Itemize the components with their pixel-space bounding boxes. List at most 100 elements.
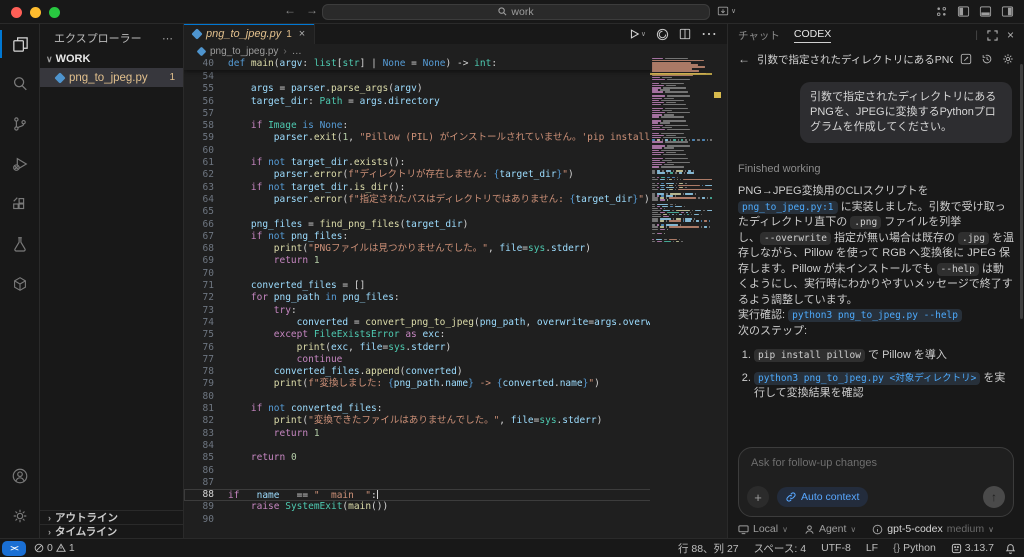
code-line[interactable]: 84 bbox=[184, 440, 712, 452]
settings-gear-icon[interactable] bbox=[0, 496, 40, 536]
code-line[interactable]: 88if __name__ == "__main__": bbox=[184, 489, 712, 501]
toggle-secondary-sidebar-icon[interactable] bbox=[1001, 5, 1014, 18]
code-line[interactable]: 67 if not png_files: bbox=[184, 231, 712, 243]
breadcrumb-file[interactable]: png_to_jpeg.py bbox=[210, 46, 278, 57]
close-tab-icon[interactable]: × bbox=[299, 28, 305, 40]
workspace-section-header[interactable]: ∨ WORK bbox=[40, 50, 183, 68]
code-line[interactable]: 62 parser.error(f"ディレクトリが存在しません: {target… bbox=[184, 169, 712, 181]
inline-code-link[interactable]: png_to_jpeg.py:1 bbox=[738, 201, 838, 214]
history-back-icon[interactable]: ← bbox=[284, 3, 296, 17]
code-line[interactable]: 77 continue bbox=[184, 354, 712, 366]
editor-more-actions-icon[interactable]: ⋯ bbox=[701, 24, 717, 44]
cursor-position-status[interactable]: 行 88、列 27 bbox=[674, 539, 743, 557]
code-line[interactable]: 54 bbox=[184, 71, 712, 83]
code-line[interactable]: 69 return 1 bbox=[184, 255, 712, 267]
toggle-primary-sidebar-icon[interactable] bbox=[957, 5, 970, 18]
code-line[interactable]: 55 args = parser.parse_args(argv) bbox=[184, 83, 712, 95]
tab-chat[interactable]: チャット bbox=[738, 28, 780, 43]
eol-status[interactable]: LF bbox=[862, 539, 882, 557]
codex-extension-icon[interactable] bbox=[0, 264, 40, 304]
auto-context-pill[interactable]: Auto context bbox=[777, 487, 868, 507]
remote-indicator[interactable]: >< bbox=[2, 541, 26, 556]
code-line[interactable]: 82 print("変換できたファイルはありませんでした。", file=sys… bbox=[184, 415, 712, 427]
problems-status[interactable]: 0 1 bbox=[30, 539, 79, 557]
attach-button[interactable]: + bbox=[747, 486, 769, 508]
code-line[interactable]: 89 raise SystemExit(main()) bbox=[184, 501, 712, 513]
breadcrumb-symbol[interactable]: … bbox=[292, 46, 302, 57]
back-icon[interactable]: ← bbox=[738, 52, 750, 66]
code-line[interactable]: 63 if not target_dir.is_dir(): bbox=[184, 182, 712, 194]
close-panel-icon[interactable]: × bbox=[1007, 28, 1014, 42]
code-line[interactable]: 81 if not converted_files: bbox=[184, 403, 712, 415]
source-control-icon[interactable] bbox=[0, 104, 40, 144]
testing-icon[interactable] bbox=[0, 224, 40, 264]
followup-input[interactable]: Ask for follow-up changes + Auto context… bbox=[738, 447, 1014, 517]
model-selector[interactable]: gpt-5-codex medium ∨ bbox=[872, 523, 994, 535]
file-item-png-to-jpeg[interactable]: png_to_jpeg.py 1 bbox=[40, 68, 183, 87]
maximize-panel-icon[interactable] bbox=[987, 30, 998, 41]
python-interpreter-status[interactable]: 3.13.7 bbox=[947, 539, 998, 557]
overview-ruler[interactable] bbox=[712, 58, 727, 538]
code-line[interactable]: 59 parser.exit(1, "Pillow (PIL) がインストールさ… bbox=[184, 132, 712, 144]
code-line[interactable]: 87 bbox=[184, 477, 712, 489]
code-line[interactable]: 66 png_files = find_png_files(target_dir… bbox=[184, 219, 712, 231]
inline-code-link[interactable]: python3 png_to_jpeg.py --help bbox=[788, 309, 962, 322]
code-line[interactable]: 74 converted = convert_png_to_jpeg(png_p… bbox=[184, 317, 712, 329]
code-line[interactable]: 58 if Image is None: bbox=[184, 120, 712, 132]
minimap[interactable] bbox=[650, 58, 712, 538]
command-center[interactable]: work bbox=[322, 4, 710, 20]
code-line[interactable]: 68 print("PNGファイルは見つかりませんでした。", file=sys… bbox=[184, 243, 712, 255]
code-line[interactable]: 75 except FileExistsError as exc: bbox=[184, 329, 712, 341]
history-forward-icon[interactable]: → bbox=[306, 3, 318, 17]
toggle-panel-icon[interactable] bbox=[979, 5, 992, 18]
breadcrumb[interactable]: png_to_jpeg.py › … bbox=[184, 44, 727, 58]
panel-scrollbar[interactable] bbox=[1020, 64, 1023, 319]
extensions-icon[interactable] bbox=[0, 184, 40, 224]
code-line[interactable]: 56 target_dir: Path = args.directory bbox=[184, 96, 712, 108]
sticky-scroll-line[interactable]: 40def main(argv: list[str] | None = None… bbox=[184, 58, 712, 70]
split-editor-icon[interactable] bbox=[679, 28, 691, 40]
code-line[interactable]: 65 bbox=[184, 206, 712, 218]
code-editor[interactable]: 5455 args = parser.parse_args(argv)56 ta… bbox=[184, 58, 727, 538]
code-line[interactable]: 79 print(f"変換しました: {png_path.name} -> {c… bbox=[184, 378, 712, 390]
code-line[interactable]: 83 return 1 bbox=[184, 428, 712, 440]
indentation-status[interactable]: スペース: 4 bbox=[750, 539, 810, 557]
zoom-window-button[interactable] bbox=[49, 7, 60, 18]
environment-selector[interactable]: Local∨ bbox=[738, 523, 788, 535]
code-line[interactable]: 60 bbox=[184, 145, 712, 157]
layout-control-icon[interactable]: ∨ bbox=[717, 5, 736, 17]
code-line[interactable]: 70 bbox=[184, 268, 712, 280]
minimize-window-button[interactable] bbox=[30, 7, 41, 18]
code-line[interactable]: 78 converted_files.append(converted) bbox=[184, 366, 712, 378]
encoding-status[interactable]: UTF-8 bbox=[817, 539, 855, 557]
search-view-icon[interactable] bbox=[0, 64, 40, 104]
code-line[interactable]: 86 bbox=[184, 465, 712, 477]
timeline-section[interactable]: › タイムライン bbox=[40, 524, 183, 538]
new-task-icon[interactable] bbox=[960, 53, 972, 65]
gear-icon[interactable] bbox=[1002, 53, 1014, 65]
explorer-view-icon[interactable] bbox=[0, 24, 40, 64]
outline-section[interactable]: › アウトライン bbox=[40, 510, 183, 524]
more-actions-icon[interactable]: ⋯ bbox=[162, 32, 173, 45]
code-line[interactable]: 76 print(exc, file=sys.stderr) bbox=[184, 342, 712, 354]
history-icon[interactable] bbox=[981, 53, 993, 65]
code-line[interactable]: 90 bbox=[184, 514, 712, 526]
account-icon[interactable] bbox=[0, 456, 40, 496]
language-mode-status[interactable]: {} Python bbox=[889, 539, 940, 557]
code-line[interactable]: 72 for png_path in png_files: bbox=[184, 292, 712, 304]
close-window-button[interactable] bbox=[11, 7, 22, 18]
customize-layout-icon[interactable] bbox=[935, 5, 948, 18]
run-python-file-button[interactable]: ∨ bbox=[628, 28, 646, 40]
code-line[interactable]: 57 bbox=[184, 108, 712, 120]
notifications-bell-icon[interactable] bbox=[1005, 543, 1016, 554]
mode-selector[interactable]: Agent∨ bbox=[804, 523, 856, 535]
code-line[interactable]: 61 if not target_dir.exists(): bbox=[184, 157, 712, 169]
code-line[interactable]: 73 try: bbox=[184, 305, 712, 317]
code-line[interactable]: 80 bbox=[184, 391, 712, 403]
thread-title[interactable]: 引数で指定されたディレクトリにあるPNGを、JPE... bbox=[757, 52, 953, 67]
inline-code-link[interactable]: python3 png_to_jpeg.py <対象ディレクトリ> bbox=[754, 372, 980, 385]
code-line[interactable]: 64 parser.error(f"指定されたパスはディレクトリではありません:… bbox=[184, 194, 712, 206]
tab-codex[interactable]: CODEX bbox=[794, 28, 831, 43]
code-line[interactable]: 71 converted_files = [] bbox=[184, 280, 712, 292]
codex-editor-action-icon[interactable] bbox=[656, 28, 669, 41]
